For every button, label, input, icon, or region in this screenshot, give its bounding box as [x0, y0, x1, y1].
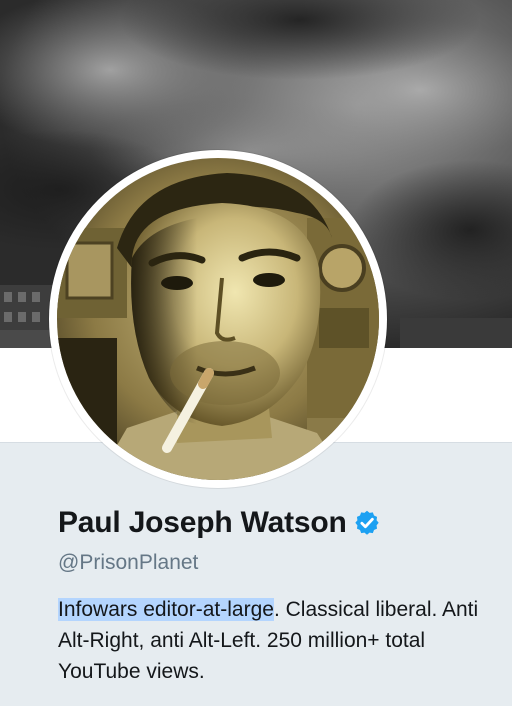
bio-selected-text: Infowars editor-at-large: [58, 598, 274, 621]
profile-avatar[interactable]: [49, 150, 387, 488]
screen-name-link[interactable]: @PrisonPlanet: [58, 548, 498, 578]
name-row: Paul Joseph Watson: [58, 500, 498, 546]
display-name[interactable]: Paul Joseph Watson: [58, 506, 347, 540]
profile-page: Paul Joseph Watson @PrisonPlanet Infowar…: [0, 0, 512, 706]
verified-badge-icon[interactable]: [353, 509, 381, 537]
profile-bio: Infowars editor-at-large. Classical libe…: [58, 594, 503, 687]
profile-card: Paul Joseph Watson @PrisonPlanet Infowar…: [58, 500, 498, 687]
avatar-photo: [57, 158, 379, 480]
